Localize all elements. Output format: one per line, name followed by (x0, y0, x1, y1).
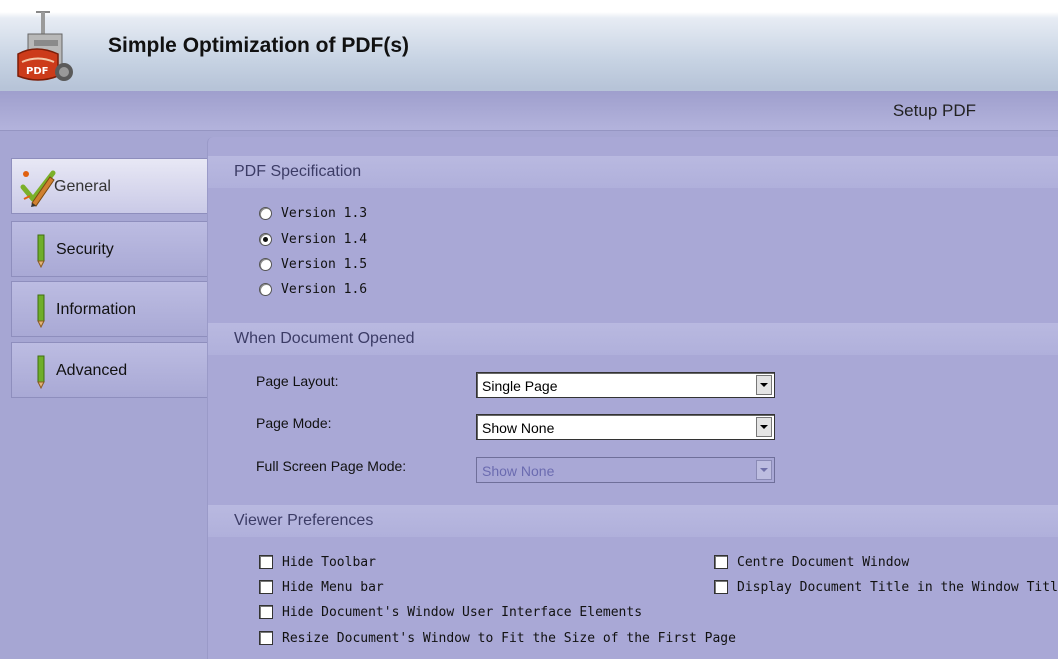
checkbox-label: Resize Document's Window to Fit the Size… (282, 630, 736, 646)
pencil-icon (37, 234, 45, 268)
chevron-down-icon (760, 425, 768, 429)
checkmark-pencil-icon (20, 170, 56, 207)
page-mode-select[interactable]: Show None (476, 414, 775, 440)
checkbox-label: Hide Toolbar (282, 554, 376, 570)
checkbox[interactable] (714, 555, 728, 569)
version-1-4-option[interactable]: Version 1.4 (259, 230, 367, 248)
logo-text: PDF (26, 66, 48, 77)
app-title: Simple Optimization of PDF(s) (108, 34, 410, 57)
tab-advanced[interactable]: Advanced (11, 342, 207, 398)
checkbox[interactable] (259, 631, 273, 645)
radio-label: Version 1.6 (281, 281, 368, 297)
general-settings-panel: PDF Specification Version 1.3 Version 1.… (207, 137, 1058, 659)
doc-opened-header: When Document Opened (208, 323, 1058, 355)
dropdown-button[interactable] (756, 375, 772, 395)
hide-window-ui-option[interactable]: Hide Document's Window User Interface El… (259, 603, 642, 621)
radio-label: Version 1.3 (281, 205, 368, 221)
page-title: Setup PDF (892, 101, 976, 120)
app-header: PDF Simple Optimization of PDF(s) (0, 0, 1058, 91)
version-1-3-option[interactable]: Version 1.3 (259, 204, 367, 222)
chevron-down-icon (760, 383, 768, 387)
page-layout-label: Page Layout: (256, 373, 339, 389)
tab-general-label: General (54, 178, 111, 195)
tab-security-label: Security (56, 241, 114, 258)
setup-header-bar: Setup PDF (0, 91, 1058, 131)
page-mode-label: Page Mode: (256, 415, 332, 431)
select-value: Show None (482, 420, 555, 436)
viewer-prefs-header: Viewer Preferences (208, 505, 1058, 537)
tab-information[interactable]: Information (11, 281, 207, 337)
checkbox[interactable] (714, 580, 728, 594)
checkbox-label: Hide Menu bar (282, 579, 384, 595)
section-title: When Document Opened (234, 330, 415, 347)
pencil-icon (37, 355, 45, 389)
version-1-6-option[interactable]: Version 1.6 (259, 280, 367, 298)
dropdown-button (756, 460, 772, 480)
radio-button[interactable] (259, 282, 272, 296)
section-title: PDF Specification (234, 163, 362, 180)
hide-toolbar-option[interactable]: Hide Toolbar (259, 553, 376, 571)
tab-information-label: Information (56, 301, 137, 318)
page-layout-select[interactable]: Single Page (476, 372, 775, 398)
pdf-tool-logo-icon: PDF (17, 11, 73, 81)
tab-security[interactable]: Security (11, 221, 207, 277)
pdf-spec-header: PDF Specification (208, 156, 1058, 188)
centre-window-option[interactable]: Centre Document Window (714, 553, 909, 571)
radio-button[interactable] (259, 206, 272, 220)
full-screen-page-mode-label: Full Screen Page Mode: (256, 458, 407, 474)
tab-general[interactable]: General (11, 158, 211, 214)
hide-menu-bar-option[interactable]: Hide Menu bar (259, 578, 384, 596)
radio-label: Version 1.4 (281, 231, 368, 247)
chevron-down-icon (760, 468, 768, 472)
select-value: Show None (482, 463, 555, 479)
select-value: Single Page (482, 378, 558, 394)
display-title-option[interactable]: Display Document Title in the Window Tit… (714, 578, 1058, 596)
checkbox[interactable] (259, 555, 273, 569)
checkbox[interactable] (259, 580, 273, 594)
full-screen-page-mode-select: Show None (476, 457, 775, 483)
checkbox-label: Display Document Title in the Window Tit… (737, 579, 1058, 595)
main-area: Setup PDF General Security Information A… (0, 91, 1058, 659)
pencil-icon (37, 294, 45, 328)
checkbox[interactable] (259, 605, 273, 619)
section-title: Viewer Preferences (234, 512, 374, 529)
radio-button[interactable] (259, 232, 272, 246)
version-1-5-option[interactable]: Version 1.5 (259, 255, 367, 273)
radio-label: Version 1.5 (281, 256, 368, 272)
radio-button[interactable] (259, 257, 272, 271)
resize-window-option[interactable]: Resize Document's Window to Fit the Size… (259, 629, 736, 647)
dropdown-button[interactable] (756, 417, 772, 437)
checkbox-label: Hide Document's Window User Interface El… (282, 604, 643, 620)
tab-advanced-label: Advanced (56, 362, 128, 379)
checkbox-label: Centre Document Window (737, 554, 910, 570)
